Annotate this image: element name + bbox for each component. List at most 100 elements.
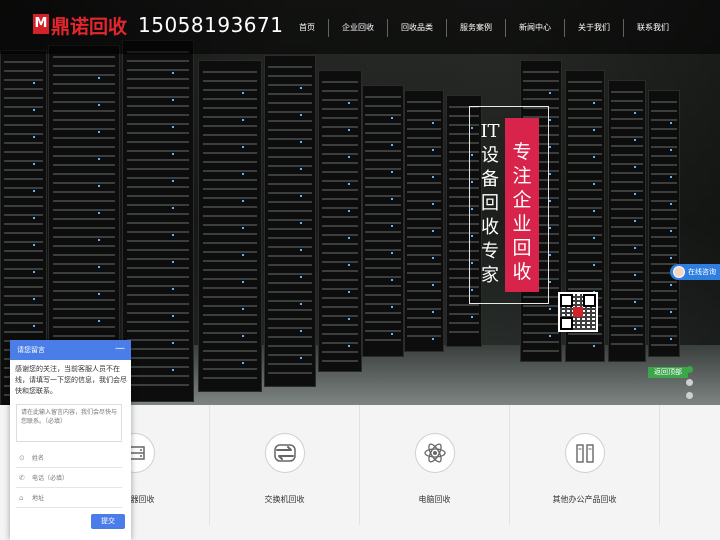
rack-unit [127,69,189,71]
rack-unit [53,128,115,130]
category-office[interactable]: 其他办公产品回收 [510,405,660,525]
rack-led [348,318,351,320]
rack-unit [3,286,44,288]
rack-unit [650,317,678,319]
rack-unit [127,168,189,170]
nav-item-news[interactable]: 新闻中心 [506,19,565,37]
rack-unit [650,182,678,184]
rack-unit [650,281,678,283]
rack-unit [202,260,258,262]
rack-unit [365,312,401,314]
rack-unit [321,315,359,317]
rack-unit [365,249,401,251]
rack-led [431,230,434,232]
slider-dot[interactable] [686,392,693,399]
rack-unit [650,299,678,301]
category-computer[interactable]: 电脑回收 [360,405,510,525]
slider-dot[interactable] [686,366,693,373]
rack-led [549,281,551,283]
rack-unit [202,161,258,163]
rack-unit [3,313,44,315]
category-switch[interactable]: 交换机回收 [210,405,360,525]
rack-unit [3,178,44,180]
nav-item-contact[interactable]: 联系我们 [624,19,682,37]
rack-led [348,183,351,185]
submit-button[interactable]: 提交 [91,514,125,529]
phone-input[interactable] [32,472,118,485]
rack-unit [53,254,115,256]
rack-unit [650,209,678,211]
rack-unit [127,303,189,305]
rack-led [391,225,393,227]
rack-unit [53,200,115,202]
main-nav: 首页 企业回收 回收品类 服务案例 新闻中心 关于我们 联系我们 [286,19,682,37]
rack-unit [127,195,189,197]
rack-unit [611,91,643,93]
name-input[interactable] [32,452,118,465]
back-to-top-button[interactable]: 返回顶部 [648,367,688,378]
rack-unit [407,254,441,256]
rack-unit [407,173,441,175]
slogan-char: 业 [512,213,532,235]
rack-led [172,153,174,155]
rack-unit [611,334,643,336]
rack-unit [268,93,312,95]
rack-led [32,298,35,300]
rack-unit [407,227,441,229]
rack-unit [3,250,44,252]
rack-unit [407,137,441,139]
minimize-icon[interactable]: — [115,340,125,358]
rack-led [592,264,595,266]
slogan-char: 企 [512,189,532,211]
rack-unit [202,116,258,118]
rack-led [431,122,434,124]
rack-unit [127,366,189,368]
rack-unit [611,262,643,264]
chat-header[interactable]: 请您留言 — [10,340,131,360]
rack-unit [568,117,602,119]
rack-unit [202,98,258,100]
rack-led [172,369,174,371]
logo-text[interactable]: 鼎诺回收 [51,12,127,39]
rack-unit [268,255,312,257]
rack-unit [611,307,643,309]
online-consult-button[interactable]: 在线咨询 [670,264,720,280]
rack-unit [650,308,678,310]
rack-led [549,254,551,256]
slogan-char: 专 [481,241,499,262]
rack-unit [3,187,44,189]
rack-unit [365,321,401,323]
rack-led [98,266,100,268]
rack-unit [568,216,602,218]
rack-unit [53,299,115,301]
rack-unit [321,270,359,272]
rack-led [431,203,434,205]
rack-unit [53,92,115,94]
rack-unit [3,268,44,270]
rack-unit [268,282,312,284]
slider-dot[interactable] [686,379,693,386]
slogan-char: 家 [481,265,499,286]
nav-item-enterprise[interactable]: 企业回收 [329,19,388,37]
rack-unit [53,74,115,76]
rack-unit [268,183,312,185]
nav-item-categories[interactable]: 回收品类 [388,19,447,37]
rack-unit [3,295,44,297]
nav-item-cases[interactable]: 服务案例 [447,19,506,37]
logo-icon[interactable]: M [33,14,49,34]
rack-unit [202,107,258,109]
message-textarea[interactable] [16,404,122,442]
nav-item-home[interactable]: 首页 [286,19,329,37]
rack-unit [53,281,115,283]
address-input[interactable] [32,492,118,505]
category-label: 其他办公产品回收 [552,495,617,504]
rack-unit [407,200,441,202]
rack-unit [321,180,359,182]
rack-unit [611,271,643,273]
nav-item-about[interactable]: 关于我们 [565,19,624,37]
home-icon: ⌂ [19,494,24,502]
server-rack [264,55,316,387]
rack-unit [523,332,559,334]
rack-unit [523,341,559,343]
rack-unit [568,261,602,263]
